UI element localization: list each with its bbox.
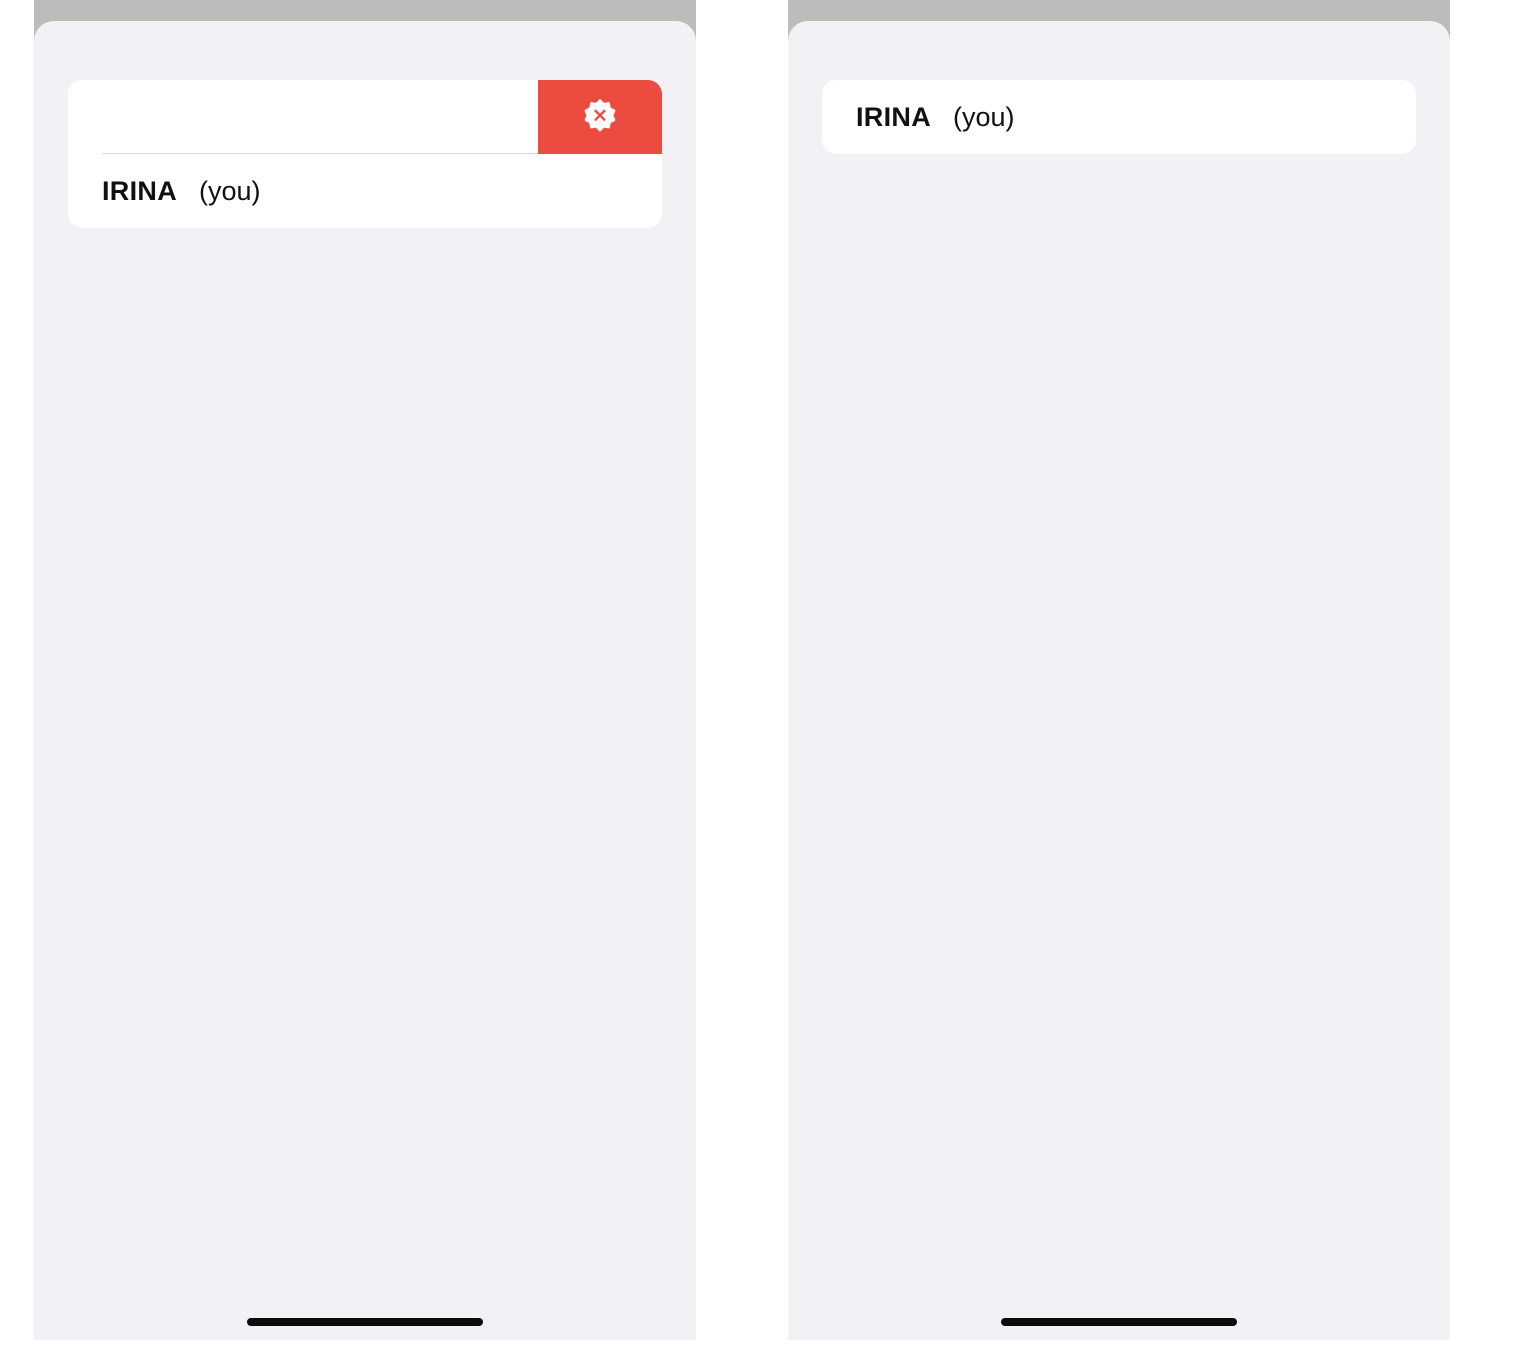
member-you-label: (you): [953, 101, 1015, 132]
members-card: IRINA (you): [822, 80, 1416, 154]
remove-badge-icon: [582, 99, 618, 135]
sheet: IRINA (you): [788, 21, 1450, 1340]
member-name: IRINA: [102, 175, 177, 206]
member-name: IRINA: [856, 101, 931, 132]
screen-default: IRINA (you): [788, 0, 1450, 1340]
sheet: IRINA (you): [34, 21, 696, 1340]
members-card: IRINA (you): [68, 80, 662, 228]
member-you-label: (you): [199, 175, 261, 206]
home-indicator: [1001, 1318, 1237, 1326]
screen-swiped: IRINA (you): [34, 0, 696, 1340]
member-row[interactable]: IRINA (you): [822, 80, 1416, 154]
member-row[interactable]: IRINA (you): [68, 154, 662, 228]
remove-member-button[interactable]: [538, 80, 662, 154]
home-indicator: [247, 1318, 483, 1326]
swiped-row[interactable]: [68, 80, 662, 154]
